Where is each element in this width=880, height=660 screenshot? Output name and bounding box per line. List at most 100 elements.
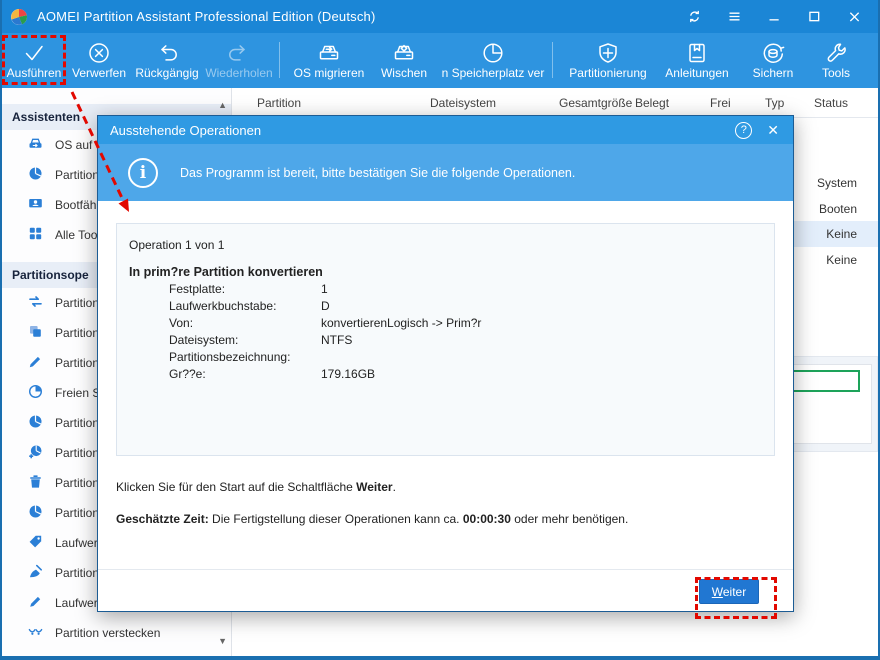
column-header-partition[interactable]: Partition [257,88,301,118]
sidebar-scroll-down[interactable]: ▼ [218,636,227,646]
toolbar-migrate-os-button[interactable]: OS migrieren [288,33,370,88]
disk-wipe-icon [391,40,417,66]
close-icon[interactable] [846,9,862,25]
operation-title: In prim?re Partition konvertieren [129,265,323,279]
execute-highlight-annotation [2,35,66,85]
dialog-controls: ? ✕ [735,121,793,139]
pen-icon [28,354,43,372]
detail-value: 179.16GB [321,367,376,381]
pie-icon [28,504,43,522]
column-header-status[interactable]: Status [814,88,848,118]
toolbar-tools-button[interactable]: Tools [808,33,864,88]
maximize-icon[interactable] [806,9,822,25]
toolbar-guides-button[interactable]: Anleitungen [656,33,738,88]
column-header-dateisystem[interactable]: Dateisystem [430,88,496,118]
dialog-body: Operation 1 von 1 In prim?re Partition k… [98,201,793,619]
sidebar-item-partition-verstecken[interactable]: Partition verstecken [2,618,231,648]
detail-value: D [321,299,330,313]
operation-counter: Operation 1 von 1 [129,238,225,252]
pie-icon [28,414,43,432]
toolbar-discard-button[interactable]: Verwerfen [66,33,132,88]
toolbar-label: Sichern [752,66,794,80]
column-header-belegt[interactable]: Belegt [635,88,669,118]
clock-pie-icon [28,384,43,402]
toolbar-group-extra: Partitionierung Anleitungen Sichern Tools [560,33,864,88]
refresh-icon[interactable] [686,9,702,25]
window-title: AOMEI Partition Assistant Professional E… [37,9,376,24]
undo-icon [154,40,180,66]
grid-icon [28,226,43,244]
sidebar-item-label: Partition [55,446,100,460]
operation-list-box: Operation 1 von 1 In prim?re Partition k… [116,223,775,456]
toolbar-redo-button: Wiederholen [202,33,276,88]
menu-icon[interactable] [726,9,742,25]
toolbar: Ausführen Verwerfen Rückgängig Wiederholen … [2,33,878,88]
sidebar-item-label: Partition [55,168,100,182]
toolbar-label: Verwerfen [71,66,127,80]
detail-label: Partitionsbezeichnung: [169,350,291,364]
copy-icon [28,324,43,342]
toolbar-partitioning-button[interactable]: Partitionierung [560,33,656,88]
wrench-icon [823,40,849,66]
dialog-titlebar[interactable]: Ausstehende Operationen ? ✕ [98,116,793,144]
pie-icon [28,166,43,184]
dialog-close-button[interactable]: ✕ [767,122,779,139]
dialog-title: Ausstehende Operationen [110,122,262,138]
detail-label: Laufwerkbuchstabe: [169,299,277,313]
trash-icon [28,474,43,492]
sidebar-item-label: Partition [55,506,100,520]
redo-icon [226,40,252,66]
toolbar-undo-button[interactable]: Rückgängig [132,33,202,88]
toolbar-backup-button[interactable]: Sichern [738,33,808,88]
discard-icon [86,40,112,66]
operation-detail-row: Gr??e: 179.16GB [169,366,762,383]
dialog-info-banner: i Das Programm ist bereit, bitte bestäti… [98,144,793,201]
toolbar-wipe-button[interactable]: Wischen [370,33,438,88]
db-sync-icon [760,40,786,66]
toolbar-separator [279,42,280,78]
detail-label: Von: [169,316,194,330]
info-icon: i [128,157,158,188]
titlebar: AOMEI Partition Assistant Professional E… [2,0,878,33]
sidebar-scroll-up[interactable]: ▲ [218,100,227,110]
dialog-info-text: Das Programm ist bereit, bitte bestätige… [180,165,576,180]
table-header: Partition Dateisystem Gesamtgröße Belegt Fre… [234,88,878,118]
detail-value: konvertierenLogisch -> Prim?r [321,316,482,330]
app-window: AOMEI Partition Assistant Professional E… [0,0,880,660]
detail-label: Dateisystem: [169,333,239,347]
pencil-icon [28,594,43,612]
status-cell[interactable]: Keine [826,247,857,273]
minimize-icon[interactable] [766,9,782,25]
sidebar-item-label: Partition [55,476,100,490]
pie-plus-icon [28,444,43,462]
hide-eye-icon [28,624,43,642]
detail-label: Festplatte: [169,282,226,296]
column-header-typ[interactable]: Typ [765,88,784,118]
status-cell[interactable]: Keine [826,221,857,247]
boot-media-icon [28,196,43,214]
status-cell[interactable]: System [817,170,857,196]
disk-arrow-mini-icon [28,136,43,154]
window-controls [686,9,878,25]
dialog-estimate: Geschätzte Zeit: Die Fertigstellung dies… [116,512,629,526]
status-cell[interactable]: Booten [819,196,857,222]
sidebar-item-label: Partition [55,566,100,580]
column-header-frei[interactable]: Frei [710,88,731,118]
toolbar-label: n Speicherplatz ver [441,66,545,80]
toolbar-label: Anleitungen [665,66,729,80]
toolbar-label: OS migrieren [293,66,365,80]
toolbar-label: Rückgängig [135,66,199,80]
toolbar-label: Wiederholen [205,66,273,80]
operation-detail-row: Partitionsbezeichnung: [169,349,762,366]
convert-arrows-icon [28,294,43,312]
toolbar-allocate-space-button[interactable]: n Speicherplatz ver [438,33,548,88]
pie-clock-icon [480,40,506,66]
column-header-gesamtgröße[interactable]: Gesamtgröße [559,88,632,118]
dialog-footer: Weiter [98,569,793,619]
pending-operations-dialog: Ausstehende Operationen ? ✕ i Das Progra… [97,115,794,619]
operation-detail-row: Von: konvertierenLogisch -> Prim?r [169,315,762,332]
disk-arrow-icon [316,40,342,66]
detail-value: 1 [321,282,328,296]
detail-value: NTFS [321,333,353,347]
dialog-help-button[interactable]: ? [735,121,753,139]
